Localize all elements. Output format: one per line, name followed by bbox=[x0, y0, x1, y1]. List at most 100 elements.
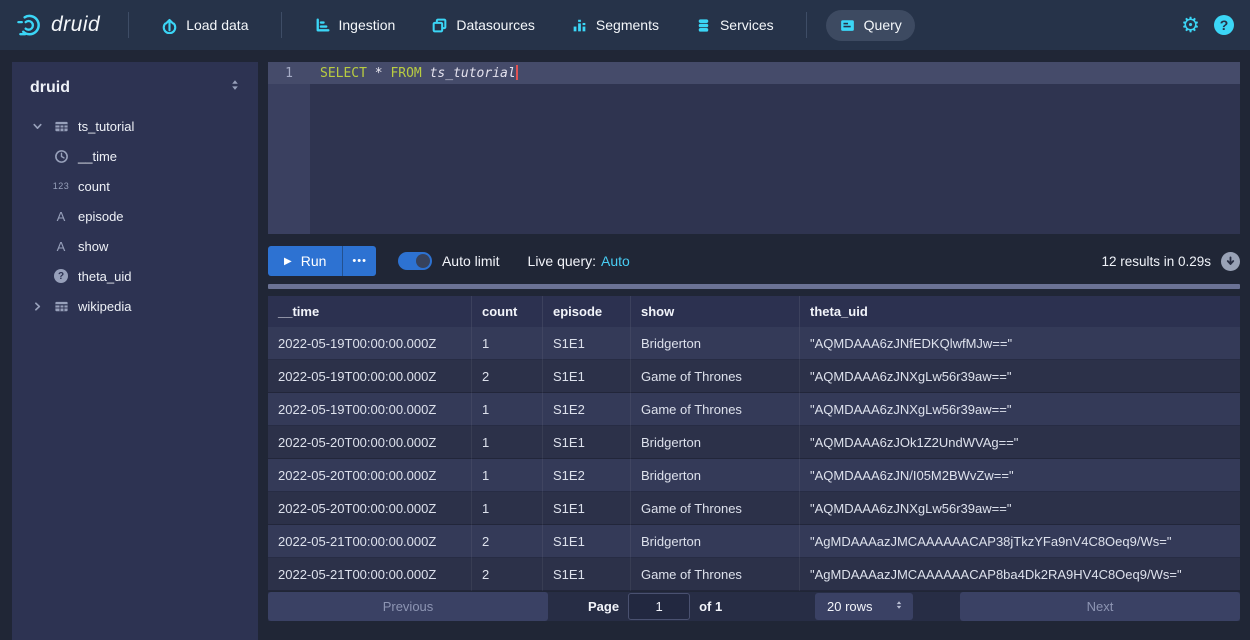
nav-item-label: Ingestion bbox=[339, 17, 396, 33]
table-cell[interactable]: S1E1 bbox=[543, 492, 631, 525]
segments-icon bbox=[571, 17, 588, 34]
string-type-icon: A bbox=[51, 239, 71, 254]
results-table-body: 2022-05-19T00:00:00.000Z1S1E1Bridgerton"… bbox=[268, 327, 1240, 591]
nav-item-datasources[interactable]: Datasources bbox=[418, 10, 548, 41]
table-cell[interactable]: S1E2 bbox=[543, 393, 631, 426]
panel-resize-handle[interactable] bbox=[268, 284, 1240, 289]
run-more-button[interactable]: ••• bbox=[342, 246, 376, 276]
help-icon[interactable]: ? bbox=[1214, 15, 1234, 35]
services-icon bbox=[695, 17, 712, 34]
table-cell[interactable]: 1 bbox=[472, 327, 543, 360]
tree-item-label: __time bbox=[78, 149, 117, 164]
druid-console: druid Load data Ingestion bbox=[0, 0, 1250, 640]
table-cell[interactable]: "AQMDAAA6zJNXgLw56r39aw==" bbox=[800, 360, 1240, 393]
rows-per-page-select[interactable]: 20 rows bbox=[815, 593, 913, 620]
table-cell[interactable]: S1E1 bbox=[543, 426, 631, 459]
table-cell[interactable]: "AQMDAAA6zJN/I05M2BWvZw==" bbox=[800, 459, 1240, 492]
tree-item-label: theta_uid bbox=[78, 269, 132, 284]
table-cell[interactable]: 1 bbox=[472, 393, 543, 426]
run-button-group: ▶ Run ••• bbox=[268, 246, 376, 276]
table-cell[interactable]: "AgMDAAAazJMCAAAAAACAP8ba4Dk2RA9HV4C8Oeq… bbox=[800, 558, 1240, 591]
column-header-episode[interactable]: episode bbox=[543, 296, 631, 327]
nav-item-ingestion[interactable]: Ingestion bbox=[301, 10, 409, 41]
pagination-bar: Previous Page of 1 20 rows Next bbox=[268, 592, 1240, 621]
table-cell[interactable]: "AgMDAAAazJMCAAAAAACAP38jTkzYFa9nV4C8Oeq… bbox=[800, 525, 1240, 558]
table-cell[interactable]: S1E1 bbox=[543, 558, 631, 591]
play-icon: ▶ bbox=[284, 256, 292, 267]
table-cell[interactable]: Bridgerton bbox=[631, 426, 800, 459]
table-cell[interactable]: 2022-05-20T00:00:00.000Z bbox=[268, 492, 472, 525]
live-query-value[interactable]: Auto bbox=[601, 253, 630, 269]
editor-active-line[interactable]: 1 SELECT * FROM ts_tutorial bbox=[268, 62, 1240, 84]
next-page-button[interactable]: Next bbox=[960, 592, 1240, 621]
nav-item-label: Services bbox=[720, 17, 774, 33]
table-cell[interactable]: Game of Thrones bbox=[631, 393, 800, 426]
column-header-time[interactable]: __time bbox=[268, 296, 472, 327]
query-icon bbox=[839, 17, 856, 34]
table-cell[interactable]: S1E1 bbox=[543, 327, 631, 360]
table-cell[interactable]: "AQMDAAA6zJNXgLw56r39aw==" bbox=[800, 492, 1240, 525]
table-cell[interactable]: Game of Thrones bbox=[631, 360, 800, 393]
settings-gear-icon[interactable]: ⚙ bbox=[1181, 15, 1200, 36]
rows-per-page-value: 20 rows bbox=[827, 599, 873, 614]
tree-item-ts-tutorial[interactable]: ts_tutorial bbox=[12, 111, 258, 141]
tree-item-label: ts_tutorial bbox=[78, 119, 134, 134]
table-cell[interactable]: S1E2 bbox=[543, 459, 631, 492]
run-button[interactable]: ▶ Run bbox=[268, 246, 342, 276]
table-cell[interactable]: 2022-05-21T00:00:00.000Z bbox=[268, 525, 472, 558]
nav-item-label: Datasources bbox=[456, 17, 535, 33]
table-cell[interactable]: 1 bbox=[472, 459, 543, 492]
nav-item-services[interactable]: Services bbox=[682, 10, 787, 41]
nav-item-load-data[interactable]: Load data bbox=[148, 10, 261, 41]
table-cell[interactable]: Game of Thrones bbox=[631, 558, 800, 591]
table-cell[interactable]: 2022-05-19T00:00:00.000Z bbox=[268, 327, 472, 360]
table-cell[interactable]: 2 bbox=[472, 558, 543, 591]
tree-item-episode[interactable]: A episode bbox=[12, 201, 258, 231]
table-cell[interactable]: "AQMDAAA6zJNXgLw56r39aw==" bbox=[800, 393, 1240, 426]
table-cell[interactable]: "AQMDAAA6zJOk1Z2UndWVAg==" bbox=[800, 426, 1240, 459]
druid-logo[interactable]: druid bbox=[16, 12, 100, 39]
download-results-button[interactable] bbox=[1221, 252, 1240, 271]
table-cell[interactable]: Bridgerton bbox=[631, 459, 800, 492]
nav-item-segments[interactable]: Segments bbox=[558, 10, 672, 41]
table-cell[interactable]: Bridgerton bbox=[631, 525, 800, 558]
tree-item-show[interactable]: A show bbox=[12, 231, 258, 261]
column-header-thetauid[interactable]: theta_uid bbox=[800, 296, 1240, 327]
table-cell[interactable]: 2 bbox=[472, 360, 543, 393]
tree-item-count[interactable]: 123 count bbox=[12, 171, 258, 201]
table-cell[interactable]: 1 bbox=[472, 426, 543, 459]
table-cell[interactable]: 2022-05-20T00:00:00.000Z bbox=[268, 459, 472, 492]
table-cell[interactable]: Game of Thrones bbox=[631, 492, 800, 525]
sql-editor[interactable]: 1 SELECT * FROM ts_tutorial bbox=[268, 62, 1240, 234]
schema-title: druid bbox=[30, 79, 70, 97]
page-total-label: of 1 bbox=[699, 599, 722, 614]
logo-text: druid bbox=[51, 13, 100, 37]
tree-item-theta-uid[interactable]: ? theta_uid bbox=[12, 261, 258, 291]
column-header-count[interactable]: count bbox=[472, 296, 543, 327]
line-number: 1 bbox=[268, 66, 310, 81]
table-cell[interactable]: Bridgerton bbox=[631, 327, 800, 360]
table-cell[interactable]: 1 bbox=[472, 492, 543, 525]
nav-item-label: Load data bbox=[186, 17, 248, 33]
nav-item-query[interactable]: Query bbox=[826, 10, 915, 41]
table-cell[interactable]: 2 bbox=[472, 525, 543, 558]
chevron-right-icon[interactable] bbox=[30, 301, 44, 312]
table-cell[interactable]: S1E1 bbox=[543, 525, 631, 558]
sort-double-caret-icon[interactable] bbox=[228, 78, 242, 97]
page-number-input[interactable] bbox=[628, 593, 690, 620]
auto-limit-toggle[interactable] bbox=[398, 252, 432, 270]
table-cell[interactable]: 2022-05-19T00:00:00.000Z bbox=[268, 360, 472, 393]
text-cursor bbox=[516, 65, 518, 80]
tree-item-time[interactable]: __time bbox=[12, 141, 258, 171]
chevron-down-icon[interactable] bbox=[30, 121, 44, 132]
previous-page-button[interactable]: Previous bbox=[268, 592, 548, 621]
table-cell[interactable]: "AQMDAAA6zJNfEDKQlwfMJw==" bbox=[800, 327, 1240, 360]
table-cell[interactable]: 2022-05-19T00:00:00.000Z bbox=[268, 393, 472, 426]
column-header-show[interactable]: show bbox=[631, 296, 800, 327]
table-cell[interactable]: 2022-05-21T00:00:00.000Z bbox=[268, 558, 472, 591]
table-cell[interactable]: 2022-05-20T00:00:00.000Z bbox=[268, 426, 472, 459]
tree-item-wikipedia[interactable]: wikipedia bbox=[12, 291, 258, 321]
table-cell[interactable]: S1E1 bbox=[543, 360, 631, 393]
string-type-icon: A bbox=[51, 209, 71, 224]
ellipsis-icon: ••• bbox=[352, 255, 367, 267]
